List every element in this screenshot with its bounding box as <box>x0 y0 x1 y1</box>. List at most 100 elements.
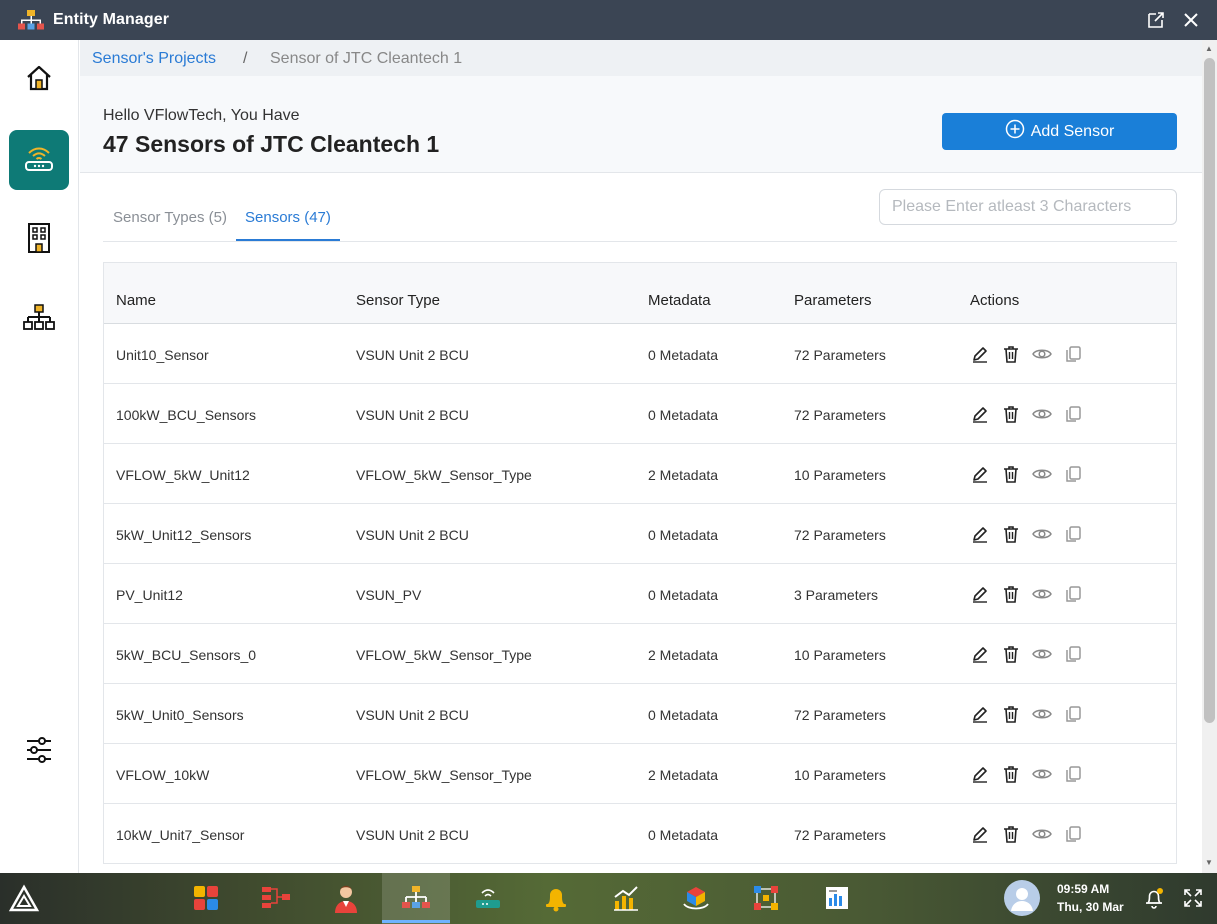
trash-icon[interactable] <box>1001 524 1021 544</box>
eye-icon[interactable] <box>1032 464 1052 484</box>
copy-icon[interactable] <box>1063 344 1083 364</box>
copy-icon[interactable] <box>1063 584 1083 604</box>
eye-icon[interactable] <box>1032 584 1052 604</box>
breadcrumb: Sensor's Projects / Sensor of JTC Cleant… <box>80 40 1202 76</box>
entity-manager-taskbar-icon[interactable] <box>401 883 431 913</box>
scroll-thumb[interactable] <box>1204 58 1215 723</box>
flow-nodes-icon[interactable] <box>261 883 291 913</box>
edit-icon[interactable] <box>970 704 990 724</box>
copy-icon[interactable] <box>1063 824 1083 844</box>
table-row: Unit10_Sensor VSUN Unit 2 BCU 0 Metadata 72… <box>104 324 1176 384</box>
search-input[interactable] <box>879 189 1177 225</box>
report-icon[interactable] <box>822 883 852 913</box>
vertical-scrollbar[interactable]: ▲ ▼ <box>1202 40 1217 873</box>
trash-icon[interactable] <box>1001 404 1021 424</box>
clock-date: Thu, 30 Mar <box>1057 900 1124 914</box>
eye-icon[interactable] <box>1032 524 1052 544</box>
edit-icon[interactable] <box>970 344 990 364</box>
popout-icon[interactable] <box>1146 10 1166 30</box>
network-grid-icon[interactable] <box>751 883 781 913</box>
rail-item-sensors[interactable] <box>9 130 69 190</box>
cell-name: 5kW_Unit12_Sensors <box>116 527 252 543</box>
cell-sensor-type: VFLOW_5kW_Sensor_Type <box>356 467 532 483</box>
window-title: Entity Manager <box>53 11 170 28</box>
rail-item-hierarchy[interactable] <box>9 290 69 350</box>
tab-sensors[interactable]: Sensors (47) <box>245 209 331 226</box>
row-actions <box>970 764 1083 784</box>
cell-sensor-type: VSUN Unit 2 BCU <box>356 827 469 843</box>
eye-icon[interactable] <box>1032 344 1052 364</box>
scroll-up-arrow-icon[interactable]: ▲ <box>1205 44 1214 53</box>
rail-item-buildings[interactable] <box>9 210 69 270</box>
copy-icon[interactable] <box>1063 524 1083 544</box>
copy-icon[interactable] <box>1063 764 1083 784</box>
scroll-down-arrow-icon[interactable]: ▼ <box>1205 858 1214 867</box>
notification-bell-icon[interactable] <box>1143 887 1165 909</box>
edit-icon[interactable] <box>970 464 990 484</box>
eye-icon[interactable] <box>1032 404 1052 424</box>
cube-sync-icon[interactable] <box>681 883 711 913</box>
cell-sensor-type: VSUN Unit 2 BCU <box>356 347 469 363</box>
cell-sensor-type: VSUN Unit 2 BCU <box>356 407 469 423</box>
home-icon <box>24 63 54 98</box>
edit-icon[interactable] <box>970 764 990 784</box>
sliders-icon <box>25 735 53 770</box>
edit-icon[interactable] <box>970 404 990 424</box>
trash-icon[interactable] <box>1001 464 1021 484</box>
copy-icon[interactable] <box>1063 644 1083 664</box>
trash-icon[interactable] <box>1001 584 1021 604</box>
edit-icon[interactable] <box>970 644 990 664</box>
copy-icon[interactable] <box>1063 464 1083 484</box>
rail-item-home[interactable] <box>9 50 69 110</box>
cell-sensor-type: VFLOW_5kW_Sensor_Type <box>356 767 532 783</box>
edit-icon[interactable] <box>970 524 990 544</box>
edit-icon[interactable] <box>970 824 990 844</box>
cell-sensor-type: VSUN Unit 2 BCU <box>356 707 469 723</box>
tab-sensor-types[interactable]: Sensor Types (5) <box>113 209 227 226</box>
edit-icon[interactable] <box>970 584 990 604</box>
table-row: VFLOW_10kW VFLOW_5kW_Sensor_Type 2 Metadat… <box>104 744 1176 804</box>
taskbar-active-indicator <box>382 920 450 923</box>
trash-icon[interactable] <box>1001 764 1021 784</box>
user-profile-icon[interactable] <box>331 883 361 913</box>
add-sensor-button[interactable]: Add Sensor <box>942 113 1177 150</box>
eye-icon[interactable] <box>1032 764 1052 784</box>
eye-icon[interactable] <box>1032 824 1052 844</box>
trash-icon[interactable] <box>1001 824 1021 844</box>
cell-name: Unit10_Sensor <box>116 347 209 363</box>
cell-name: 10kW_Unit7_Sensor <box>116 827 245 843</box>
cell-name: VFLOW_5kW_Unit12 <box>116 467 250 483</box>
dashboard-tiles-icon[interactable] <box>191 883 221 913</box>
eye-icon[interactable] <box>1032 704 1052 724</box>
column-header-metadata[interactable]: Metadata <box>648 292 711 309</box>
table-row: 5kW_Unit12_Sensors VSUN Unit 2 BCU 0 Metad… <box>104 504 1176 564</box>
building-icon <box>24 222 54 259</box>
column-header-sensor-type[interactable]: Sensor Type <box>356 292 440 309</box>
table-row: 5kW_Unit0_Sensors VSUN Unit 2 BCU 0 Metada… <box>104 684 1176 744</box>
eye-icon[interactable] <box>1032 644 1052 664</box>
cell-metadata: 0 Metadata <box>648 527 719 543</box>
close-icon[interactable] <box>1181 10 1201 30</box>
alerts-bell-taskbar-icon[interactable] <box>541 883 571 913</box>
cell-metadata: 0 Metadata <box>648 347 719 363</box>
cell-metadata: 2 Metadata <box>648 467 719 483</box>
fullscreen-expand-icon[interactable] <box>1182 887 1204 909</box>
column-header-name[interactable]: Name <box>116 292 156 309</box>
table-body: Unit10_Sensor VSUN Unit 2 BCU 0 Metadata 72… <box>104 324 1176 864</box>
table-row: PV_Unit12 VSUN_PV 0 Metadata 3 Parameters <box>104 564 1176 624</box>
user-avatar[interactable] <box>1004 880 1040 916</box>
table-row: 5kW_BCU_Sensors_0 VFLOW_5kW_Sensor_Type 2 … <box>104 624 1176 684</box>
breadcrumb-link-projects[interactable]: Sensor's Projects <box>92 50 216 68</box>
trash-icon[interactable] <box>1001 704 1021 724</box>
trash-icon[interactable] <box>1001 644 1021 664</box>
copy-icon[interactable] <box>1063 404 1083 424</box>
rail-item-settings[interactable] <box>9 722 69 782</box>
router-taskbar-icon[interactable] <box>473 883 503 913</box>
trash-icon[interactable] <box>1001 344 1021 364</box>
cell-sensor-type: VSUN Unit 2 BCU <box>356 527 469 543</box>
row-actions <box>970 524 1083 544</box>
router-icon <box>22 141 56 180</box>
start-triangle-icon[interactable] <box>8 884 40 914</box>
analytics-chart-icon[interactable] <box>611 883 641 913</box>
copy-icon[interactable] <box>1063 704 1083 724</box>
